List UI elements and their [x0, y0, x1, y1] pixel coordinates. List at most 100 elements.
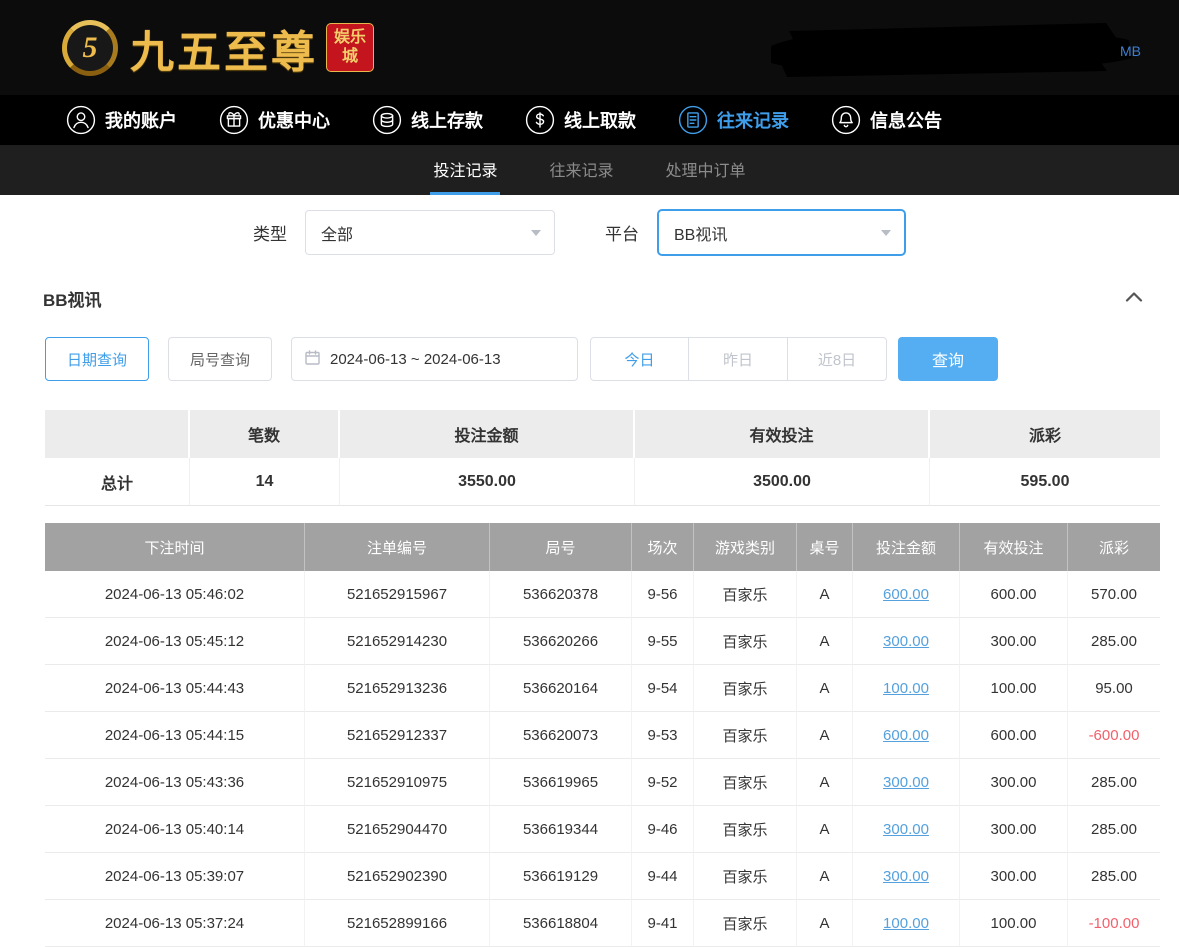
date-range-input[interactable]: 2024-06-13 ~ 2024-06-13 [291, 337, 578, 381]
bet-id: 521652899166 [305, 900, 490, 947]
bell-icon [831, 105, 861, 135]
nav-item-label: 往来记录 [717, 107, 789, 133]
payout: 285.00 [1068, 759, 1160, 806]
tab-transaction-records[interactable]: 往来记录 [546, 145, 616, 195]
summary-total-bet-amount: 3550.00 [340, 458, 635, 506]
table-no: A [797, 853, 853, 900]
bet-time: 2024-06-13 05:40:14 [45, 806, 305, 853]
bet-time: 2024-06-13 05:46:02 [45, 571, 305, 618]
logo-emblem-icon: 5 [62, 20, 118, 76]
type-filter-label: 类型 [253, 220, 287, 245]
round-no: 536620266 [490, 618, 632, 665]
game-type: 百家乐 [694, 806, 797, 853]
bet-amount-link[interactable]: 300.00 [853, 618, 960, 665]
table-row: 2024-06-13 05:40:14521652904470536619344… [45, 806, 1160, 853]
bet-id: 521652904470 [305, 806, 490, 853]
column-header-table-no: 桌号 [797, 523, 853, 571]
query-row: 日期查询 局号查询 2024-06-13 ~ 2024-06-13 今日 昨日 … [45, 337, 1179, 381]
column-header-payout: 派彩 [1068, 523, 1160, 571]
payout: 285.00 [1068, 806, 1160, 853]
session: 9-46 [632, 806, 694, 853]
main-nav: 我的账户 优惠中心 线上存款 线上取款 往来记录 [0, 95, 1179, 145]
summary-total-label: 总计 [45, 458, 190, 506]
bet-id: 521652913236 [305, 665, 490, 712]
yesterday-button[interactable]: 昨日 [689, 337, 788, 381]
nav-item-promotions[interactable]: 优惠中心 [219, 105, 330, 135]
round-no: 536620164 [490, 665, 632, 712]
table-no: A [797, 759, 853, 806]
column-header-game-type: 游戏类别 [694, 523, 797, 571]
bet-amount-link[interactable]: 100.00 [853, 665, 960, 712]
transfer-records-icon [678, 105, 708, 135]
valid-bet: 300.00 [960, 853, 1068, 900]
column-header-bet-time: 下注时间 [45, 523, 305, 571]
game-type: 百家乐 [694, 571, 797, 618]
type-dropdown[interactable]: 全部 [305, 210, 555, 255]
round-query-button[interactable]: 局号查询 [168, 337, 272, 381]
bet-amount-link[interactable]: 300.00 [853, 853, 960, 900]
nav-item-label: 信息公告 [870, 107, 942, 133]
valid-bet: 300.00 [960, 759, 1068, 806]
date-query-button[interactable]: 日期查询 [45, 337, 149, 381]
table-no: A [797, 806, 853, 853]
table-row: 2024-06-13 05:39:07521652902390536619129… [45, 853, 1160, 900]
top-header: 5 九五至尊 娱乐 城 MB [0, 0, 1179, 95]
payout: 285.00 [1068, 853, 1160, 900]
platform-filter-label: 平台 [605, 220, 639, 245]
bet-id: 521652914230 [305, 618, 490, 665]
nav-item-my-account[interactable]: 我的账户 [66, 105, 177, 135]
platform-dropdown[interactable]: BB视讯 [658, 210, 905, 255]
brand-text: 九五至尊 [130, 16, 318, 80]
bet-amount-link[interactable]: 300.00 [853, 806, 960, 853]
payout: -600.00 [1068, 712, 1160, 759]
page: 5 九五至尊 娱乐 城 MB 我的账户 优 [0, 0, 1179, 947]
nav-item-announcements[interactable]: 信息公告 [831, 105, 942, 135]
type-dropdown-value: 全部 [321, 221, 353, 245]
today-button[interactable]: 今日 [590, 337, 689, 381]
chevron-down-icon [531, 230, 541, 236]
summary-total-payout: 595.00 [930, 458, 1160, 506]
filter-row: 类型 全部 平台 BB视讯 [253, 209, 1179, 256]
table-row: 2024-06-13 05:45:12521652914230536620266… [45, 618, 1160, 665]
collapse-section-button[interactable] [1125, 289, 1143, 307]
nav-item-deposit[interactable]: 线上存款 [372, 105, 483, 135]
round-no: 536619129 [490, 853, 632, 900]
nav-item-withdrawal[interactable]: 线上取款 [525, 105, 636, 135]
summary-total-count: 14 [190, 458, 340, 506]
last8days-button[interactable]: 近8日 [788, 337, 887, 381]
session: 9-54 [632, 665, 694, 712]
search-button[interactable]: 查询 [898, 337, 998, 381]
brand-badge-line2: 城 [334, 48, 366, 66]
bet-amount-link[interactable]: 600.00 [853, 712, 960, 759]
calendar-icon [304, 349, 321, 370]
payout: 95.00 [1068, 665, 1160, 712]
logo[interactable]: 5 九五至尊 娱乐 城 [62, 16, 374, 80]
valid-bet: 300.00 [960, 806, 1068, 853]
table-no: A [797, 712, 853, 759]
bet-amount-link[interactable]: 300.00 [853, 759, 960, 806]
bet-id: 521652915967 [305, 571, 490, 618]
session: 9-41 [632, 900, 694, 947]
bet-amount-link[interactable]: 600.00 [853, 571, 960, 618]
content: 类型 全部 平台 BB视讯 BB视讯 日期查询 局号查询 [0, 209, 1179, 947]
summary-header-row: 笔数 投注金额 有效投注 派彩 [45, 410, 1160, 458]
nav-item-records[interactable]: 往来记录 [678, 105, 789, 135]
redacted-user-info [761, 18, 1133, 80]
column-header-round-no: 局号 [490, 523, 632, 571]
column-header-valid-bet: 有效投注 [960, 523, 1068, 571]
valid-bet: 600.00 [960, 712, 1068, 759]
session: 9-44 [632, 853, 694, 900]
tab-bet-records[interactable]: 投注记录 [430, 145, 500, 195]
game-type: 百家乐 [694, 759, 797, 806]
deposit-icon [372, 105, 402, 135]
payout: -100.00 [1068, 900, 1160, 947]
session: 9-55 [632, 618, 694, 665]
tab-processing-orders[interactable]: 处理中订单 [663, 145, 749, 195]
valid-bet: 100.00 [960, 900, 1068, 947]
round-no: 536618804 [490, 900, 632, 947]
bet-amount-link[interactable]: 100.00 [853, 900, 960, 947]
chevron-down-icon [881, 230, 891, 236]
bet-time: 2024-06-13 05:43:36 [45, 759, 305, 806]
platform-dropdown-value: BB视讯 [674, 221, 727, 245]
column-header-bet-id: 注单编号 [305, 523, 490, 571]
